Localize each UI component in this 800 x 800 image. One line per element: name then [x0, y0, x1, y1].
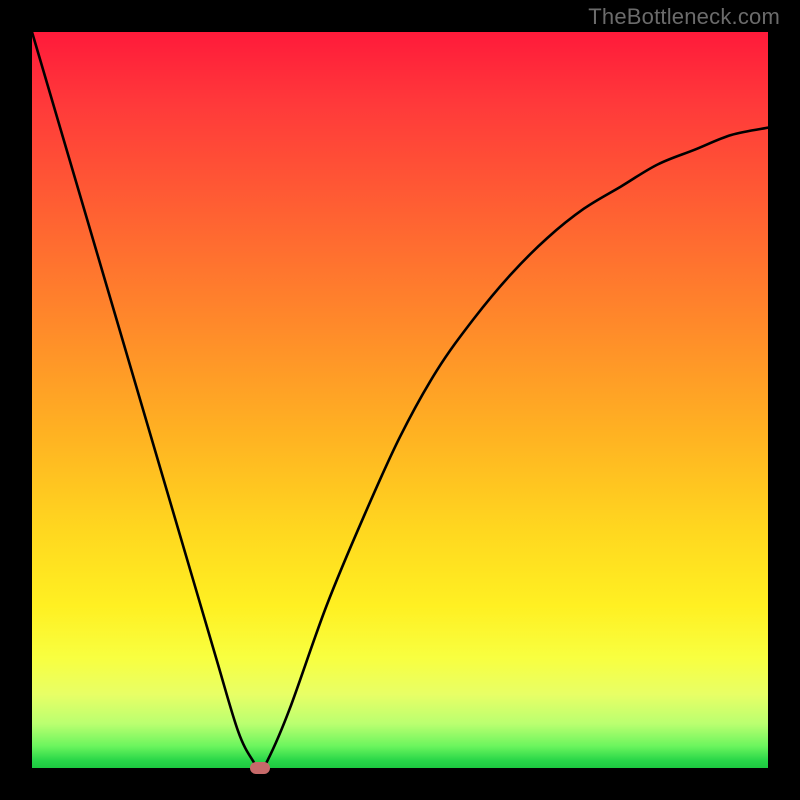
- optimal-marker: [250, 762, 270, 774]
- bottleneck-curve: [32, 32, 768, 768]
- watermark-text: TheBottleneck.com: [588, 4, 780, 30]
- plot-area: [32, 32, 768, 768]
- chart-frame: TheBottleneck.com: [0, 0, 800, 800]
- curve-path: [32, 32, 768, 768]
